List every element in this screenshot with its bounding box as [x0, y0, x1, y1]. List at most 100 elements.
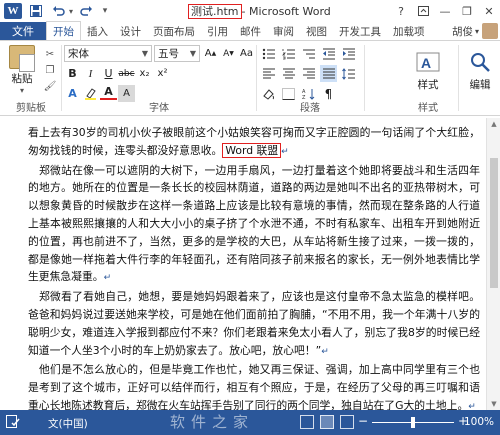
paragraph[interactable]: 郑微看了看她自己，她想，要是她妈妈跟着来了，应该也是这付皇帝不急太监急的模样吧。… — [28, 288, 480, 361]
group-label-clipboard: 剪贴板 — [16, 103, 46, 114]
window-title: 测试.htm - Microsoft Word — [188, 3, 331, 19]
multilevel-list-icon[interactable] — [300, 45, 317, 62]
grow-font-icon[interactable]: A ▲ — [202, 45, 219, 62]
align-center-icon[interactable] — [280, 65, 297, 82]
ribbon-tabs: 文件 开始 插入 设计 页面布局 引用 邮件 审阅 视图 开发工具 加载项 胡俊… — [0, 21, 500, 40]
chevron-down-icon: ▼ — [141, 49, 149, 58]
window-controls: ? — ❐ ✕ — [390, 0, 500, 22]
paragraph-mark-icon: ↵ — [103, 273, 112, 284]
proofing-icon[interactable] — [6, 415, 20, 431]
group-separator — [256, 45, 257, 111]
group-separator — [364, 45, 365, 111]
paragraph[interactable]: 郑微站在像一可以遮阴的大树下，一边用手扇风，一边打量着这个她即将要战斗和生活四年… — [28, 162, 480, 289]
scrollbar-thumb[interactable] — [490, 158, 498, 288]
paragraph-text: 郑微站在像一可以遮阴的大树下，一边用手扇风，一边打量着这个她即将要战斗和生活四年… — [28, 163, 480, 284]
cut-icon[interactable]: ✂ — [42, 47, 58, 61]
tab-developer[interactable]: 开发工具 — [333, 22, 387, 40]
zoom-level[interactable]: 100% — [464, 416, 494, 428]
copy-icon[interactable]: ❐ — [42, 63, 58, 77]
help-button[interactable]: ? — [390, 0, 412, 22]
styles-icon: A — [414, 47, 442, 77]
format-painter-icon[interactable]: 🖌 — [42, 79, 58, 93]
editing-button[interactable]: 编辑 — [462, 47, 498, 101]
tab-review[interactable]: 审阅 — [267, 22, 300, 40]
numbering-icon[interactable] — [280, 45, 297, 62]
bold-button[interactable]: B — [64, 65, 81, 82]
paragraph[interactable]: 看上去有30岁的司机小伙子被眼前这个小姑娘笑容可掬而又字正腔圆的一句话闹了个大红… — [28, 124, 480, 162]
bullets-icon[interactable] — [260, 45, 277, 62]
redo-icon[interactable] — [78, 3, 94, 19]
increase-indent-icon[interactable] — [340, 45, 357, 62]
underline-button[interactable]: U — [100, 65, 117, 82]
maximize-button[interactable]: ❐ — [456, 0, 478, 22]
shrink-font-icon[interactable]: A ▼ — [220, 45, 237, 62]
paste-button[interactable]: 粘贴 ▾ — [4, 45, 40, 95]
tab-references[interactable]: 引用 — [201, 22, 234, 40]
web-layout-icon[interactable] — [340, 415, 354, 429]
user-dropdown-icon: ▾ — [474, 26, 479, 36]
scroll-down-icon[interactable]: ▼ — [487, 398, 500, 410]
change-case-icon[interactable]: Aa — [238, 45, 255, 62]
font-color-button[interactable]: A — [100, 85, 117, 100]
font-name-value: 宋体 — [68, 48, 89, 60]
superscript-button[interactable]: x² — [154, 65, 171, 82]
group-separator — [458, 45, 459, 111]
paragraph-mark-icon: ↵ — [321, 346, 329, 357]
ribbon: 粘贴 ▾ ✂ ❐ 🖌 剪贴板 宋体 ▼ 五号 ▼ A ▲ A ▼ Aa B I U … — [0, 40, 500, 116]
font-name-select[interactable]: 宋体 ▼ — [64, 45, 152, 62]
decrease-indent-icon[interactable] — [320, 45, 337, 62]
editing-label: 编辑 — [469, 79, 491, 91]
title-bar: W ▾ ▾ 测试.htm - Microsoft Word ? — ❐ ✕ — [0, 0, 500, 22]
tab-mailings[interactable]: 邮件 — [234, 22, 267, 40]
paste-dropdown-icon: ▾ — [19, 86, 24, 95]
ribbon-display-icon[interactable] — [412, 0, 434, 22]
group-label-font: 字体 — [149, 103, 169, 114]
save-icon[interactable] — [28, 3, 44, 19]
align-left-icon[interactable] — [260, 65, 277, 82]
justify-icon[interactable] — [320, 65, 337, 82]
tab-design[interactable]: 设计 — [114, 22, 147, 40]
watermark-text: 软件之家 — [170, 413, 255, 431]
styles-button[interactable]: A 样式 — [410, 47, 446, 101]
word-app-icon[interactable]: W — [4, 3, 22, 19]
tab-page-layout[interactable]: 页面布局 — [147, 22, 201, 40]
svg-text:A: A — [421, 55, 431, 71]
paragraph-text: 他们是不怎么放心的，但是毕竟工作也忙，她又再三保证、强调，加上高中同学里有三个也… — [28, 363, 480, 410]
document-canvas[interactable]: 看上去有30岁的司机小伙子被眼前这个小姑娘笑容可掬而又字正腔圆的一句话闹了个大红… — [0, 118, 486, 410]
align-right-icon[interactable] — [300, 65, 317, 82]
status-left: 文(中国) — [6, 415, 88, 431]
italic-button[interactable]: I — [82, 65, 99, 82]
user-account[interactable]: 胡俊 ▾ — [452, 22, 500, 40]
group-label-styles: 样式 — [418, 103, 438, 114]
read-mode-icon[interactable] — [300, 415, 314, 429]
tab-addins[interactable]: 加载项 — [387, 22, 431, 40]
paragraph[interactable]: 他们是不怎么放心的，但是毕竟工作也忙，她又再三保证、强调，加上高中同学里有三个也… — [28, 361, 480, 410]
font-size-select[interactable]: 五号 ▼ — [154, 45, 200, 62]
highlighted-text: Word 联盟 — [222, 142, 282, 158]
customize-quick-access-icon[interactable]: ▾ — [98, 3, 112, 19]
undo-icon[interactable] — [50, 3, 66, 19]
zoom-out-button[interactable]: − — [358, 414, 368, 428]
document-text[interactable]: 看上去有30岁的司机小伙子被眼前这个小姑娘笑容可掬而又字正腔圆的一句话闹了个大红… — [28, 124, 480, 410]
strikethrough-button[interactable]: abc — [118, 65, 135, 82]
line-spacing-icon[interactable] — [340, 65, 357, 82]
zoom-slider-thumb[interactable] — [411, 417, 415, 428]
paste-icon — [9, 45, 35, 72]
tab-home[interactable]: 开始 — [46, 21, 81, 40]
tab-file[interactable]: 文件 — [0, 22, 46, 40]
paragraph-mark-icon: ↵ — [468, 401, 476, 410]
print-layout-icon[interactable] — [320, 415, 334, 429]
undo-dropdown-icon[interactable]: ▾ — [66, 3, 76, 19]
close-button[interactable]: ✕ — [478, 0, 500, 22]
language-indicator[interactable]: 文(中国) — [48, 416, 88, 431]
scroll-up-icon[interactable]: ▲ — [487, 118, 500, 130]
tab-view[interactable]: 视图 — [300, 22, 333, 40]
font-size-value: 五号 — [158, 48, 179, 60]
avatar — [482, 23, 498, 39]
group-label-paragraph: 段落 — [300, 103, 320, 114]
subscript-button[interactable]: x₂ — [136, 65, 153, 82]
tab-insert[interactable]: 插入 — [81, 22, 114, 40]
paste-label: 粘贴 — [11, 73, 33, 85]
minimize-button[interactable]: — — [434, 0, 456, 22]
vertical-scrollbar[interactable]: ▲ ▼ — [486, 118, 500, 410]
